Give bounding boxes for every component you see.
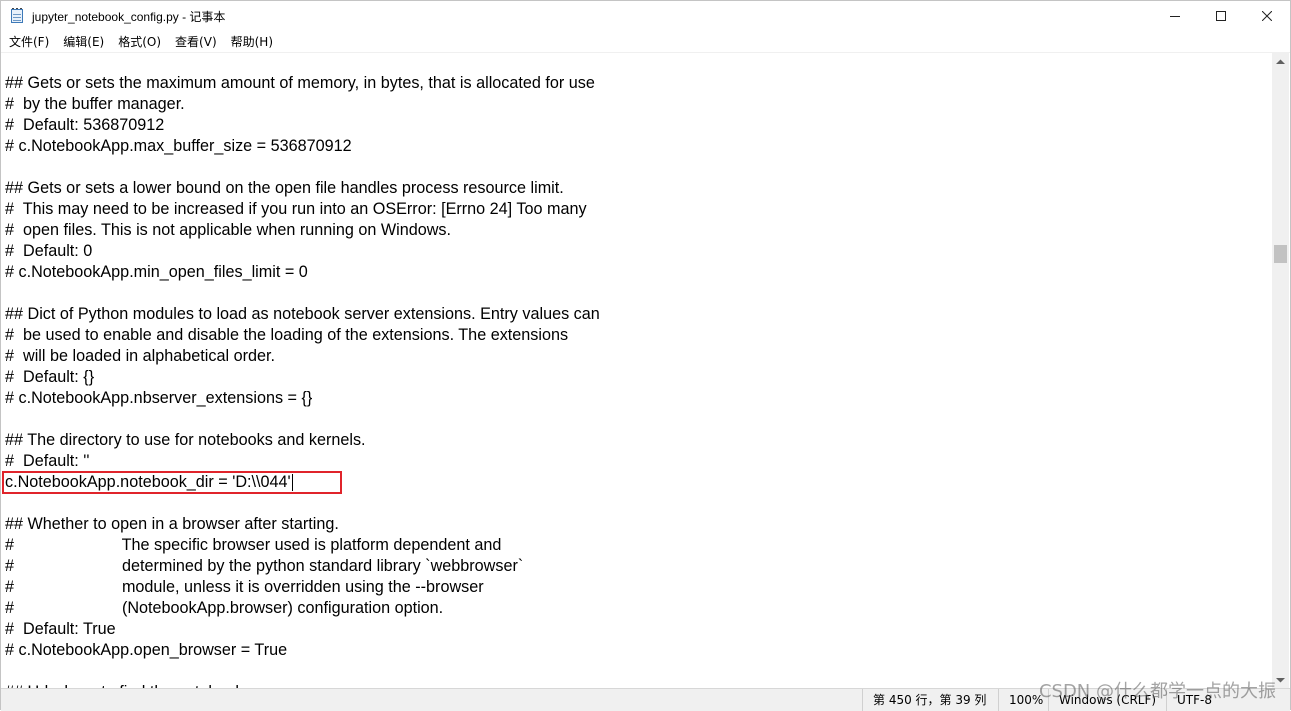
status-cursor-position: 第 450 行，第 39 列	[862, 689, 986, 711]
menu-view[interactable]: 查看(V)	[168, 33, 224, 50]
window-title: jupyter_notebook_config.py - 记事本	[32, 9, 226, 24]
menu-help[interactable]: 帮助(H)	[224, 33, 280, 50]
editor-line: # c.NotebookApp.open_browser = True	[5, 641, 288, 659]
editor-line: # module, unless it is overridden using …	[5, 578, 484, 596]
window-controls	[1152, 1, 1290, 31]
editor-line: # c.NotebookApp.min_open_files_limit = 0	[5, 263, 308, 281]
minimize-button[interactable]	[1152, 1, 1198, 31]
title-bar[interactable]: jupyter_notebook_config.py - 记事本	[1, 1, 1290, 31]
editor-line: # Default: 536870912	[5, 116, 165, 134]
scroll-up-arrow-icon[interactable]	[1272, 53, 1289, 70]
vertical-scrollbar[interactable]	[1272, 53, 1289, 688]
maximize-button[interactable]	[1198, 1, 1244, 31]
menu-edit[interactable]: 编辑(E)	[56, 33, 111, 50]
menu-file[interactable]: 文件(F)	[1, 33, 56, 50]
menu-format[interactable]: 格式(O)	[111, 33, 168, 50]
highlight-annotation-box	[2, 471, 342, 494]
editor-line: # The specific browser used is platform …	[5, 536, 502, 554]
notepad-icon	[9, 8, 25, 24]
notepad-window: jupyter_notebook_config.py - 记事本 文件(F) 编…	[0, 0, 1291, 711]
editor-line: # Default: True	[5, 620, 116, 638]
editor-line: ## Dict of Python modules to load as not…	[5, 305, 600, 323]
text-editor[interactable]: ## Gets or sets the maximum amount of me…	[2, 53, 1274, 688]
editor-line: ## Gets or sets a lower bound on the ope…	[5, 179, 564, 197]
minimize-icon	[1170, 16, 1180, 17]
editor-line: # determined by the python standard libr…	[5, 557, 524, 575]
menu-bar: 文件(F) 编辑(E) 格式(O) 查看(V) 帮助(H)	[1, 31, 1290, 53]
editor-line: # c.NotebookApp.nbserver_extensions = {}	[5, 389, 313, 407]
editor-line: # (NotebookApp.browser) configuration op…	[5, 599, 444, 617]
editor-text[interactable]: ## Gets or sets the maximum amount of me…	[5, 73, 600, 688]
close-icon	[1262, 11, 1272, 21]
maximize-icon	[1216, 11, 1226, 21]
editor-line: ## The directory to use for notebooks an…	[5, 431, 366, 449]
editor-line: # open files. This is not applicable whe…	[5, 221, 452, 239]
editor-line: # be used to enable and disable the load…	[5, 326, 569, 344]
editor-line: ## Whether to open in a browser after st…	[5, 515, 339, 533]
scrollbar-thumb[interactable]	[1274, 245, 1287, 263]
editor-line: # Default: {}	[5, 368, 95, 386]
editor-line: # c.NotebookApp.max_buffer_size = 536870…	[5, 137, 352, 155]
editor-line: # by the buffer manager.	[5, 95, 185, 113]
close-button[interactable]	[1244, 1, 1290, 31]
editor-line: # This may need to be increased if you r…	[5, 200, 587, 218]
editor-line: # Default: 0	[5, 242, 93, 260]
status-zoom: 100%	[998, 689, 1043, 711]
watermark: CSDN @什么都学一点的大振	[1038, 681, 1276, 702]
editor-line: # will be loaded in alphabetical order.	[5, 347, 275, 365]
editor-line: # Default: ''	[5, 452, 90, 470]
editor-line: ## Gets or sets the maximum amount of me…	[5, 74, 595, 92]
